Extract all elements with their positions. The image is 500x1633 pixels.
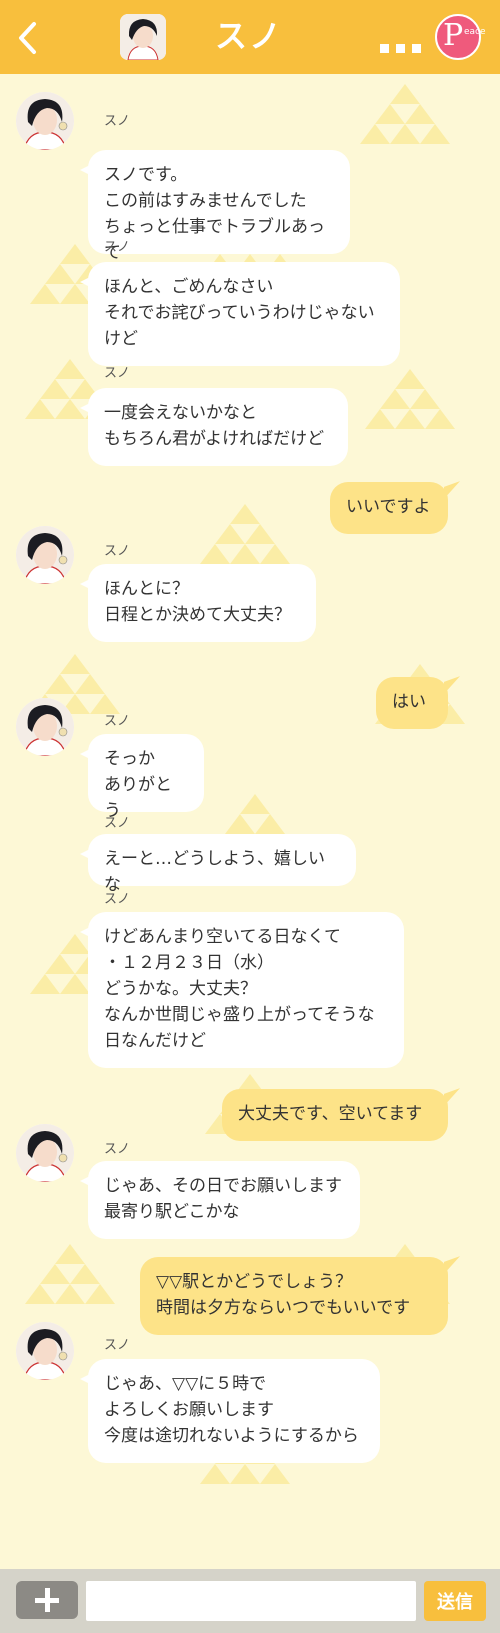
decor-triangle-pattern [25, 1244, 115, 1304]
sender-name: スノ [104, 544, 131, 559]
decor-triangle-pattern [200, 504, 290, 564]
incoming-message: じゃあ、▽▽に５時で よろしくお願いします 今度は途切れないようにするから [80, 1359, 380, 1463]
message-list[interactable]: スノ スノです。 この前はすみませんでした ちょっと仕事でトラブルあって スノ ほんと… [0, 74, 500, 1569]
sender-name: スノ [104, 892, 131, 907]
sender-name: スノ [104, 1338, 131, 1353]
chat-title: スノ [215, 17, 284, 55]
chevron-left-icon [19, 22, 36, 54]
sender-name: スノ [104, 714, 131, 729]
sender-avatar[interactable] [16, 92, 74, 150]
outgoing-message: ▽▽駅とかどうでしょう？ 時間は夕方ならいつでもいいです [140, 1257, 448, 1335]
incoming-message: そっか ありがとう [80, 734, 204, 821]
message-input[interactable] [86, 1581, 416, 1621]
chat-header: スノ P eace [0, 0, 500, 74]
sender-name: スノ [104, 240, 131, 255]
sender-avatar[interactable] [16, 1124, 74, 1182]
incoming-message: ほんと、ごめんなさい それでお詫びっていうわけじゃない けど [80, 262, 400, 366]
sender-avatar[interactable] [16, 1322, 74, 1380]
incoming-message: えーと…どうしよう、嬉しいな [80, 834, 356, 895]
sender-avatar[interactable] [16, 526, 74, 584]
sender-name: スノ [104, 1142, 131, 1157]
incoming-message: けどあんまり空いてる日なくて ・１２月２３日（水） どうかな。大丈夫？ なんか世… [80, 912, 404, 1068]
add-button[interactable] [16, 1581, 78, 1619]
avatar-portrait [16, 92, 74, 150]
incoming-message: スノです。 この前はすみませんでした ちょっと仕事でトラブルあって [80, 150, 350, 263]
outgoing-message: はい [376, 677, 448, 729]
incoming-message: 一度会えないかなと もちろん君がよければだけど [80, 388, 348, 466]
avatar-portrait [16, 526, 74, 584]
sender-avatar[interactable] [16, 698, 74, 756]
avatar-portrait [16, 1322, 74, 1380]
incoming-message: じゃあ、その日でお願いします 最寄り駅どこかな [80, 1161, 360, 1239]
send-button[interactable]: 送信 [424, 1581, 486, 1621]
logo-text: eace [464, 27, 486, 37]
sender-name: スノ [104, 816, 131, 831]
more-menu-button[interactable] [380, 26, 424, 56]
incoming-message: ほんとに？ 日程とか決めて大丈夫？ [80, 564, 316, 642]
back-button[interactable] [10, 18, 44, 58]
app-logo: P eace [435, 14, 486, 60]
decor-triangle-pattern [360, 84, 450, 144]
decor-triangle-pattern [365, 369, 455, 429]
header-avatar[interactable] [120, 14, 166, 60]
logo-letter: P [443, 18, 464, 53]
sender-name: スノ [104, 114, 131, 129]
outgoing-message: 大丈夫です、空いてます [222, 1089, 448, 1141]
more-dots-icon [380, 44, 421, 53]
avatar-portrait [120, 14, 166, 60]
outgoing-message: いいですよ [330, 482, 448, 534]
avatar-portrait [16, 698, 74, 756]
avatar-portrait [16, 1124, 74, 1182]
sender-name: スノ [104, 366, 131, 381]
input-bar: 送信 [0, 1569, 500, 1633]
